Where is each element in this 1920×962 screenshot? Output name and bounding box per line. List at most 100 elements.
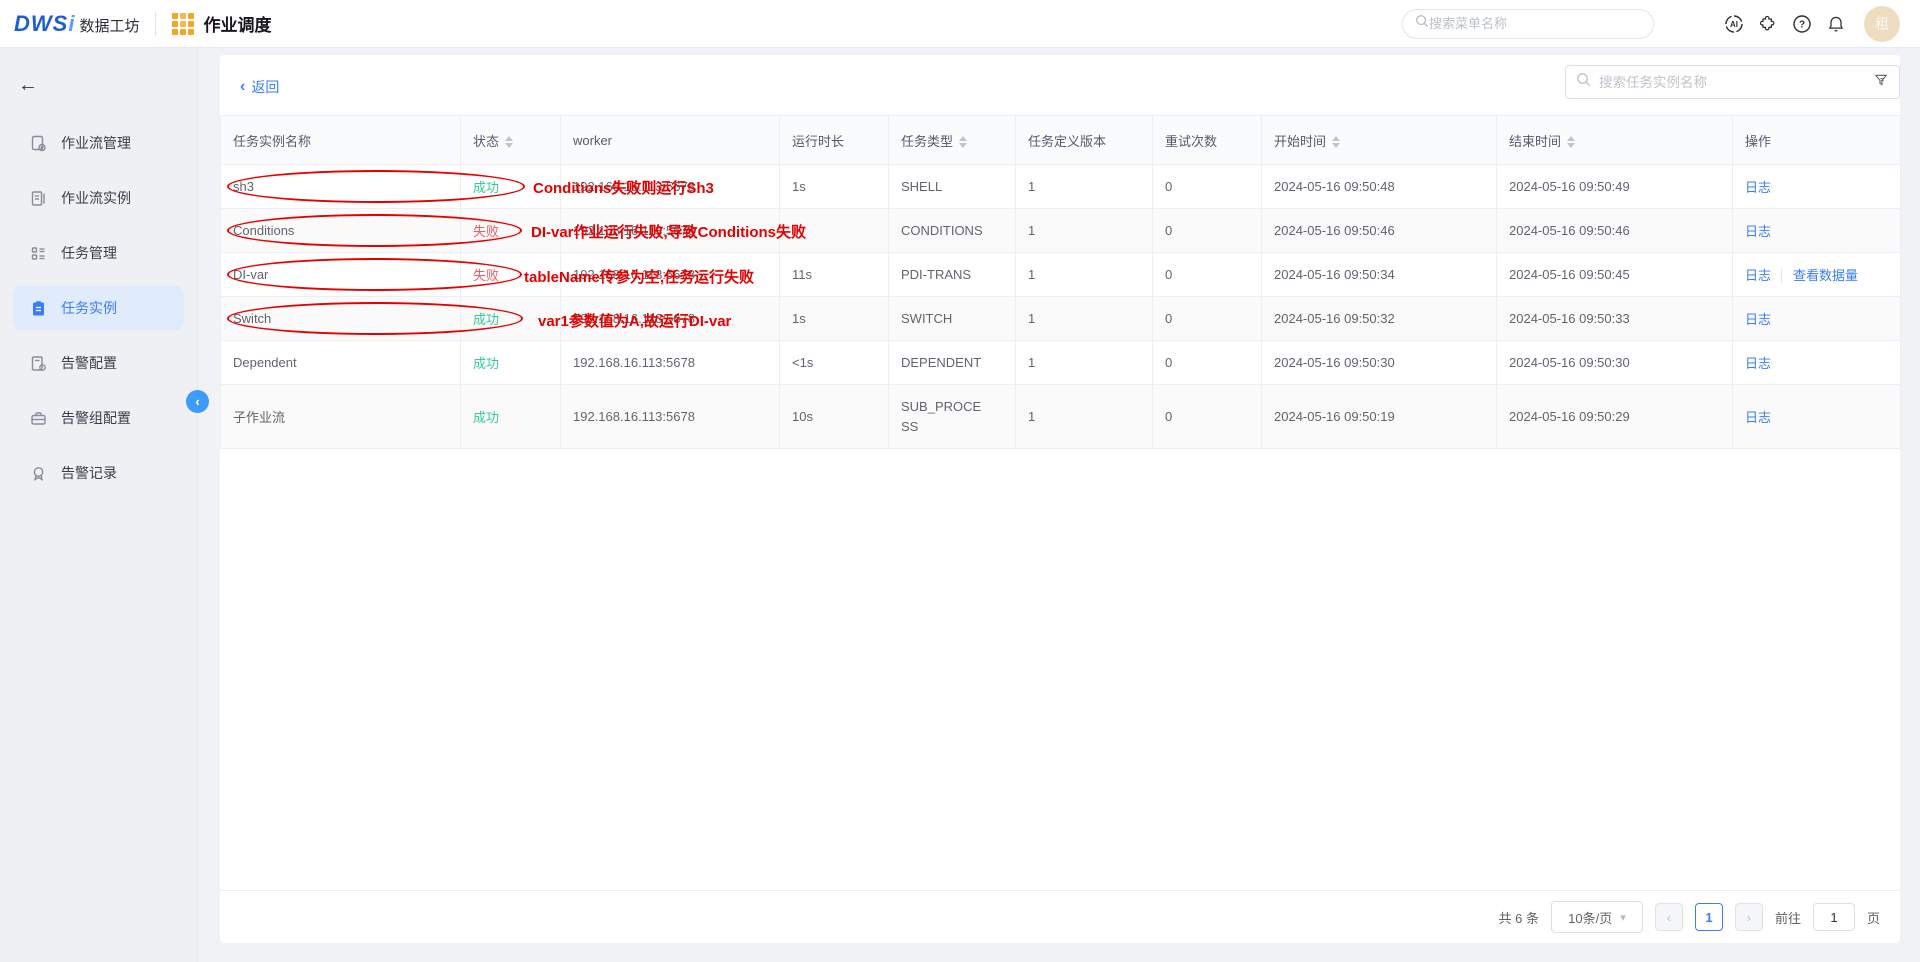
col-task-instance-name: 任务实例名称 [221,116,461,165]
current-page-button[interactable]: 1 [1695,903,1723,931]
page-size-select[interactable]: 10条/页 ▾ [1551,901,1643,933]
logo-text: DWS [14,11,68,37]
cell-start-time: 2024-05-16 09:50:30 [1262,341,1497,385]
cell-task-type: SUB_PROCESS [889,385,1016,449]
task-instance-table: 任务实例名称 状态 worker 运行时长 任务类型 任务定义版本 重试次数 开… [220,115,1901,449]
pagination: 共 6 条 10条/页 ▾ ‹ 1 › 前往 页 [220,890,1900,943]
back-arrow-icon[interactable]: ← [18,74,42,97]
ai-assistant-icon[interactable]: AI [1724,14,1744,34]
sidebar-item-alert-group-config[interactable]: 告警组配置 [13,396,184,440]
status-badge: 失败 [473,224,499,239]
table-row: 子作业流 成功 192.168.16.113:5678 10s SUB_PROC… [221,385,1901,449]
menu-search-input[interactable] [1429,16,1641,31]
log-link[interactable]: 日志 [1745,180,1771,195]
cell-task-name: DI-var [221,253,461,297]
goto-label: 前往 [1775,908,1801,927]
sort-caret-icon[interactable] [1332,136,1340,148]
sidebar-item-alert-config[interactable]: 告警配置 [13,341,184,385]
log-link[interactable]: 日志 [1745,356,1771,371]
instance-search-input[interactable] [1599,75,1865,90]
status-badge: 成功 [473,312,499,327]
col-task-type[interactable]: 任务类型 [889,116,1016,165]
sidebar-item-label: 任务实例 [61,298,117,318]
table-row: DI-var 失败 192.168.16.113:5678 11s PDI-TR… [221,253,1901,297]
cell-version: 1 [1016,209,1153,253]
prev-page-button[interactable]: ‹ [1655,903,1683,931]
cell-end-time: 2024-05-16 09:50:29 [1497,385,1733,449]
sidebar-item-workflow-instance[interactable]: 作业流实例 [13,176,184,220]
sort-caret-icon[interactable] [505,136,513,148]
total-count: 共 6 条 [1499,908,1539,927]
cell-worker: 192.168.16.113:5678 [561,253,780,297]
view-data-volume-link[interactable]: 查看数据量 [1781,268,1858,283]
menu-search-box[interactable] [1402,9,1654,39]
sidebar-item-label: 告警记录 [61,463,117,483]
page-size-value: 10条/页 [1568,908,1612,927]
svg-text:AI: AI [1730,20,1738,29]
status-badge: 成功 [473,180,499,195]
log-link[interactable]: 日志 [1745,312,1771,327]
sort-caret-icon[interactable] [1567,136,1575,148]
plugins-icon[interactable] [1758,14,1778,34]
sidebar-item-workflow-manage[interactable]: 作业流管理 [13,121,184,165]
status-badge: 成功 [473,356,499,371]
col-start-time[interactable]: 开始时间 [1262,116,1497,165]
cell-retries: 0 [1153,253,1262,297]
cell-actions: 日志 [1733,385,1901,449]
cell-actions: 日志查看数据量 [1733,253,1901,297]
cell-worker: 192.168.16.113:5678 [561,341,780,385]
filter-funnel-icon[interactable] [1873,72,1889,93]
cell-task-name: sh3 [221,165,461,209]
cell-worker: 192.168.16.113:5678 [561,165,780,209]
cell-retries: 0 [1153,385,1262,449]
col-status[interactable]: 状态 [461,116,561,165]
alert-group-icon [30,410,47,427]
cell-actions: 日志 [1733,341,1901,385]
cell-end-time: 2024-05-16 09:50:33 [1497,297,1733,341]
cell-retries: 0 [1153,209,1262,253]
table-row: Dependent 成功 192.168.16.113:5678 <1s DEP… [221,341,1901,385]
sidebar-item-task-manage[interactable]: 任务管理 [13,231,184,275]
cell-end-time: 2024-05-16 09:50:45 [1497,253,1733,297]
search-icon [1576,72,1591,92]
sidebar-item-alert-record[interactable]: 告警记录 [13,451,184,495]
sidebar-item-label: 告警组配置 [61,408,131,428]
help-icon[interactable]: ? [1792,14,1812,34]
cell-version: 1 [1016,341,1153,385]
app-grid-icon[interactable] [172,13,194,35]
user-avatar[interactable]: 租 [1864,6,1900,42]
cell-duration: 11s [780,253,889,297]
status-badge: 成功 [473,410,499,425]
divider [155,12,156,36]
back-button[interactable]: ‹ 返回 [240,77,279,97]
log-link[interactable]: 日志 [1745,268,1771,283]
log-link[interactable]: 日志 [1745,224,1771,239]
cell-end-time: 2024-05-16 09:50:30 [1497,341,1733,385]
task-manage-icon [30,245,47,262]
sort-caret-icon[interactable] [959,136,967,148]
cell-status: 成功 [461,341,561,385]
table-row: sh3 成功 192.168.16.113:5678 1s SHELL 1 0 … [221,165,1901,209]
cell-task-name: 子作业流 [221,385,461,449]
sidebar-collapse-toggle[interactable]: ‹ [186,390,209,413]
sidebar-item-label: 作业流实例 [61,188,131,208]
cell-duration: 10s [780,385,889,449]
sidebar-item-task-instance[interactable]: 任务实例 [13,286,184,330]
search-icon [1415,14,1429,33]
alert-record-icon [30,465,47,482]
goto-page-input[interactable] [1813,903,1855,931]
instance-search-box[interactable] [1565,65,1900,99]
sidebar-item-label: 告警配置 [61,353,117,373]
log-link[interactable]: 日志 [1745,410,1771,425]
cell-worker: 192.168.16.113:5678 [561,209,780,253]
workflow-instance-icon [30,190,47,207]
page-title: 作业调度 [203,11,271,36]
cell-start-time: 2024-05-16 09:50:48 [1262,165,1497,209]
cell-status: 成功 [461,297,561,341]
col-end-time[interactable]: 结束时间 [1497,116,1733,165]
chevron-left-icon: ‹ [240,78,245,96]
sidebar: ← 作业流管理 作业流实例 任务管理 任务实例 告警配置 告警组配置 [0,48,198,962]
col-duration: 运行时长 [780,116,889,165]
next-page-button[interactable]: › [1735,903,1763,931]
notification-bell-icon[interactable] [1826,14,1846,34]
